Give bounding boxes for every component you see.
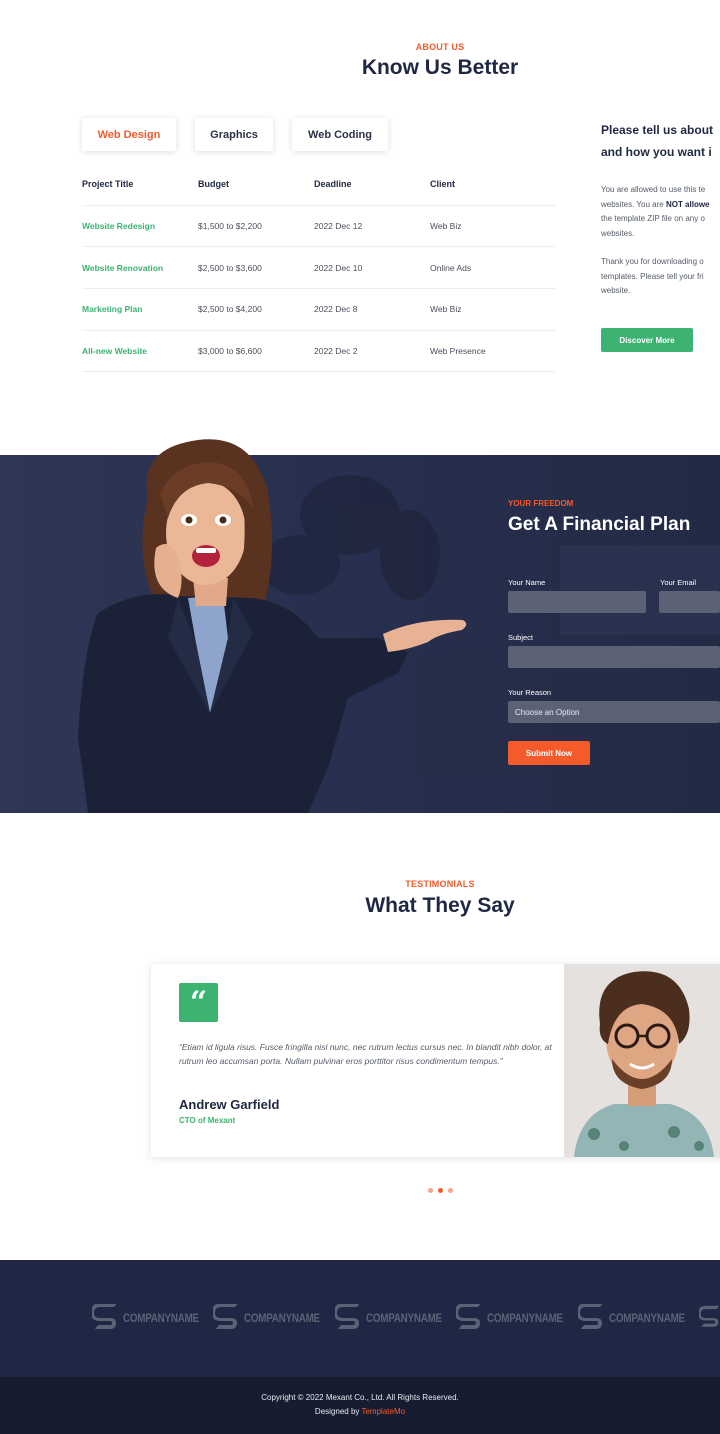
side-paragraph-line: the template ZIP file on any o [601,214,705,223]
partner-logo[interactable]: COMPANYNAME [578,1303,701,1333]
side-text: websites. You are [601,199,666,209]
partner-name: COMPANYNAME [366,1311,442,1325]
column-header-client: Client [430,179,456,189]
about-side-panel: Please tell us about and how you want i … [601,119,720,299]
carousel-dot-2[interactable] [438,1188,443,1193]
partner-logo[interactable]: COMPANYNAME [456,1303,579,1333]
side-paragraph-line: website. [601,286,631,295]
testimonial-quote: “Etiam id ligula risus. Fusce fringilla … [179,1042,552,1066]
company-s-logo-icon [456,1304,481,1329]
side-paragraph-line: websites. You are NOT allowe [601,198,720,213]
deadline-cell: 2022 Dec 12 [314,221,363,231]
partner-logo-partial [699,1303,720,1333]
designed-by-label: Designed by [314,1407,362,1416]
name-label: Your Name [508,578,546,587]
name-input[interactable] [508,591,646,613]
tab-web-coding[interactable]: Web Coding [292,118,388,151]
email-input[interactable] [659,591,720,613]
subject-label: Subject [508,633,534,642]
company-s-logo-icon [213,1304,238,1329]
side-paragraph-line: templates. Please tell your fri [601,271,704,281]
column-header-project-title: Project Title [82,179,134,189]
quote-icon: “ [179,983,218,1022]
carousel-dot-1[interactable] [428,1188,433,1193]
templatemo-link[interactable]: TemplateMo [361,1407,405,1416]
deadline-cell: 2022 Dec 10 [314,263,363,273]
budget-cell: $2,500 to $3,600 [198,263,262,273]
column-header-deadline: Deadline [314,179,352,189]
side-question-line: Please tell us about [601,123,714,137]
about-title: Know Us Better [361,56,519,79]
budget-cell: $3,000 to $6,600 [198,346,262,356]
partner-name: COMPANYNAME [487,1311,563,1325]
testimonials-title: What They Say [365,894,515,917]
side-paragraph-line: Thank you for downloading o [601,257,704,266]
project-title-cell[interactable]: Website Redesign [82,221,155,231]
partner-name: COMPANYNAME [609,1311,685,1325]
about-eyebrow: ABOUT US [415,42,465,52]
reason-label: Your Reason [508,688,552,697]
client-cell: Web Presence [430,346,486,356]
testimonial-author-name: Andrew Garfield [179,1097,280,1112]
subject-input[interactable] [508,646,720,668]
row-divider [82,288,556,289]
deadline-cell: 2022 Dec 2 [314,346,358,356]
budget-cell: $1,500 to $2,200 [198,221,262,231]
partner-logo[interactable]: COMPANYNAME [213,1303,336,1333]
footer: Copyright © 2022 Mexant Co., Ltd. All Ri… [0,1377,720,1434]
partner-name: COMPANYNAME [123,1311,199,1325]
carousel-dot-3[interactable] [448,1188,453,1193]
project-title-cell[interactable]: Marketing Plan [82,304,142,314]
row-divider [82,330,556,331]
tab-graphics[interactable]: Graphics [195,118,273,151]
client-cell: Online Ads [430,263,472,273]
financial-eyebrow: YOUR FREEDOM [508,499,574,508]
submit-button[interactable]: Submit Now [508,741,590,765]
financial-title: Get A Financial Plan [508,514,691,535]
client-cell: Web Biz [430,221,462,231]
row-divider [82,371,556,372]
partner-logo[interactable]: COMPANYNAME [92,1303,215,1333]
side-paragraph-line: websites. [601,228,635,238]
side-text-bold: NOT allowe [665,199,710,209]
author-portrait [564,964,720,1157]
side-paragraph-line: You are allowed to use this te [601,185,706,194]
company-s-logo-icon [335,1304,360,1329]
row-divider [82,205,556,206]
reason-select[interactable]: Choose an Option [508,701,720,723]
excited-woman-photo [78,439,467,813]
project-title-cell[interactable]: All-new Website [82,346,147,356]
company-s-logo-icon [578,1304,603,1329]
discover-more-button[interactable]: Discover More [601,328,693,352]
deadline-cell: 2022 Dec 8 [314,304,358,314]
row-divider [82,246,556,247]
side-question-line: and how you want i [601,145,712,159]
testimonial-author-role: CTO of Mexant [179,1116,236,1125]
project-title-cell[interactable]: Website Renovation [82,263,163,273]
company-s-logo-icon [699,1305,720,1327]
testimonials-eyebrow: TESTIMONIALS [405,879,475,889]
designed-by-line: Designed by TemplateMo [0,1405,720,1419]
tab-web-design[interactable]: Web Design [82,118,176,151]
partner-logo[interactable]: COMPANYNAME [335,1303,458,1333]
email-label: Your Email [660,578,696,587]
copyright-text: Copyright © 2022 Mexant Co., Ltd. All Ri… [261,1393,459,1402]
budget-cell: $2,500 to $4,200 [198,304,262,314]
partner-name: COMPANYNAME [244,1311,320,1325]
client-cell: Web Biz [430,304,462,314]
column-header-budget: Budget [198,179,229,189]
company-s-logo-icon [92,1304,117,1329]
